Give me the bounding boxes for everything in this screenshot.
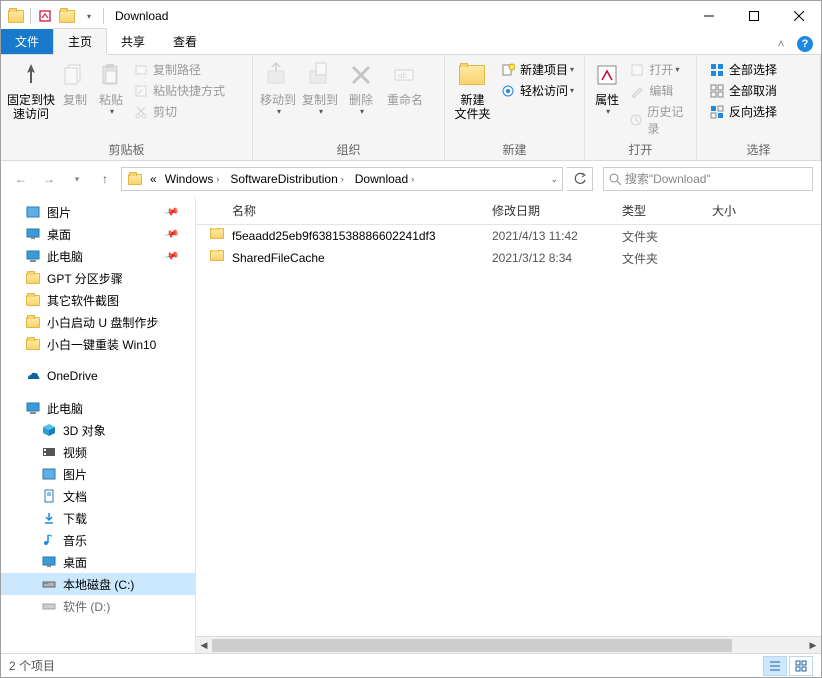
nav-downloads[interactable]: 下载 [1,507,195,529]
nav-video[interactable]: 视频 [1,441,195,463]
svg-text:ab: ab [398,71,407,80]
up-button[interactable]: ↑ [93,167,117,191]
search-box[interactable] [603,167,813,191]
tab-home[interactable]: 主页 [53,28,107,55]
group-select-label: 选择 [701,141,816,160]
ribbon: 固定到快 速访问 复制 粘贴 ▾ 复制路径 粘贴快捷方式 剪切 剪贴板 [1,55,821,161]
paste-button[interactable]: 粘贴 ▾ [93,57,129,118]
horizontal-scrollbar[interactable]: ◀ ▶ [196,636,821,653]
group-new-label: 新建 [449,141,580,160]
copy-path-button[interactable]: 复制路径 [129,59,247,80]
nav-desktop[interactable]: 桌面📌 [1,223,195,245]
moveto-button[interactable]: 移动到▾ [257,57,299,118]
nav-folder-other[interactable]: 其它软件截图 [1,289,195,311]
details-view-button[interactable] [763,656,787,676]
title-bar: ▾ Download [1,1,821,31]
nav-drive-d[interactable]: 软件 (D:) [1,595,195,617]
nav-pictures2[interactable]: 图片 [1,463,195,485]
column-headers: 名称 修改日期 类型 大小 [196,197,821,225]
qat-newfolder-icon[interactable] [56,5,78,27]
ribbon-tabs: 文件 主页 共享 查看 ˄ ? [1,31,821,55]
refresh-button[interactable] [567,167,593,191]
scroll-thumb[interactable] [212,639,732,652]
help-icon[interactable]: ? [795,34,815,54]
properties-button[interactable]: 属性▾ [589,57,625,118]
file-list-pane: 名称 修改日期 类型 大小 f5eaadd25eb9f6381538886602… [196,197,821,653]
nav-folder-gpt[interactable]: GPT 分区步骤 [1,267,195,289]
select-all-button[interactable]: 全部选择 [705,59,791,80]
group-organize-label: 组织 [257,141,440,160]
tab-share[interactable]: 共享 [107,29,159,54]
nav-folder-reinstall[interactable]: 小白一键重装 Win10 [1,333,195,355]
col-size[interactable]: 大小 [706,202,821,219]
select-none-button[interactable]: 全部取消 [705,80,791,101]
item-count: 2 个项目 [9,657,55,674]
edit-button[interactable]: 编辑 [625,80,692,101]
status-bar: 2 个项目 [1,653,821,677]
breadcrumb-seg[interactable]: Windows› [161,168,227,190]
nav-drive-c[interactable]: 本地磁盘 (C:) [1,573,195,595]
group-open-label: 打开 [589,141,692,160]
maximize-button[interactable] [731,1,776,31]
nav-pictures[interactable]: 图片📌 [1,201,195,223]
paste-shortcut-button[interactable]: 粘贴快捷方式 [129,80,247,101]
col-name[interactable]: 名称 [196,202,486,219]
new-item-button[interactable]: 新建项目▾ [496,59,580,80]
folder-app-icon [5,5,27,27]
tab-view[interactable]: 查看 [159,29,211,54]
invert-selection-button[interactable]: 反向选择 [705,101,791,122]
nav-row: ← → ▾ ↑ « Windows› SoftwareDistribution›… [1,161,821,197]
open-button[interactable]: 打开▾ [625,59,692,80]
search-icon [608,172,621,186]
pin-icon: 📌 [163,204,179,220]
easy-access-button[interactable]: 轻松访问▾ [496,80,580,101]
copy-button[interactable]: 复制 [57,57,93,109]
qat-properties-icon[interactable] [34,5,56,27]
file-row[interactable]: SharedFileCache 2021/3/12 8:34 文件夹 [196,247,821,269]
new-folder-button[interactable]: 新建 文件夹 [449,57,496,123]
nav-thispc[interactable]: 此电脑 [1,397,195,419]
nav-docs[interactable]: 文档 [1,485,195,507]
group-clipboard-label: 剪贴板 [5,141,248,160]
file-row[interactable]: f5eaadd25eb9f6381538886602241df3 2021/4/… [196,225,821,247]
scroll-right-icon[interactable]: ▶ [805,637,821,654]
breadcrumb-overflow[interactable]: « [146,168,161,190]
col-date[interactable]: 修改日期 [486,202,616,219]
forward-button[interactable]: → [37,167,61,191]
navigation-pane[interactable]: 图片📌 桌面📌 此电脑📌 GPT 分区步骤 其它软件截图 小白启动 U 盘制作步… [1,197,196,653]
address-dropdown-icon[interactable]: ⌄ [546,168,562,190]
back-button[interactable]: ← [9,167,33,191]
recent-locations-button[interactable]: ▾ [65,167,89,191]
nav-folder-usb[interactable]: 小白启动 U 盘制作步 [1,311,195,333]
nav-desktop2[interactable]: 桌面 [1,551,195,573]
breadcrumb-seg[interactable]: Download› [351,168,421,190]
cut-button[interactable]: 剪切 [129,101,247,122]
pin-icon: 📌 [163,226,179,242]
window-title: Download [115,9,168,23]
rename-button[interactable]: ab重命名 [381,57,429,109]
history-button[interactable]: 历史记录 [625,101,692,139]
nav-onedrive[interactable]: OneDrive [1,365,195,387]
nav-music[interactable]: 音乐 [1,529,195,551]
scroll-left-icon[interactable]: ◀ [196,637,212,654]
thumbnails-view-button[interactable] [789,656,813,676]
address-bar[interactable]: « Windows› SoftwareDistribution› Downloa… [121,167,563,191]
minimize-button[interactable] [686,1,731,31]
pin-icon: 📌 [163,248,179,264]
delete-button[interactable]: 删除▾ [341,57,381,118]
pin-quickaccess-button[interactable]: 固定到快 速访问 [5,57,57,123]
qat-dropdown-icon[interactable]: ▾ [78,5,100,27]
ribbon-collapse-icon[interactable]: ˄ [771,34,791,54]
file-list[interactable]: f5eaadd25eb9f6381538886602241df3 2021/4/… [196,225,821,636]
tab-file[interactable]: 文件 [1,29,53,54]
col-type[interactable]: 类型 [616,202,706,219]
copyto-button[interactable]: 复制到▾ [299,57,341,118]
nav-thispc-quick[interactable]: 此电脑📌 [1,245,195,267]
search-input[interactable] [625,172,808,186]
nav-3d[interactable]: 3D 对象 [1,419,195,441]
breadcrumb-seg[interactable]: SoftwareDistribution› [226,168,350,190]
close-button[interactable] [776,1,821,31]
